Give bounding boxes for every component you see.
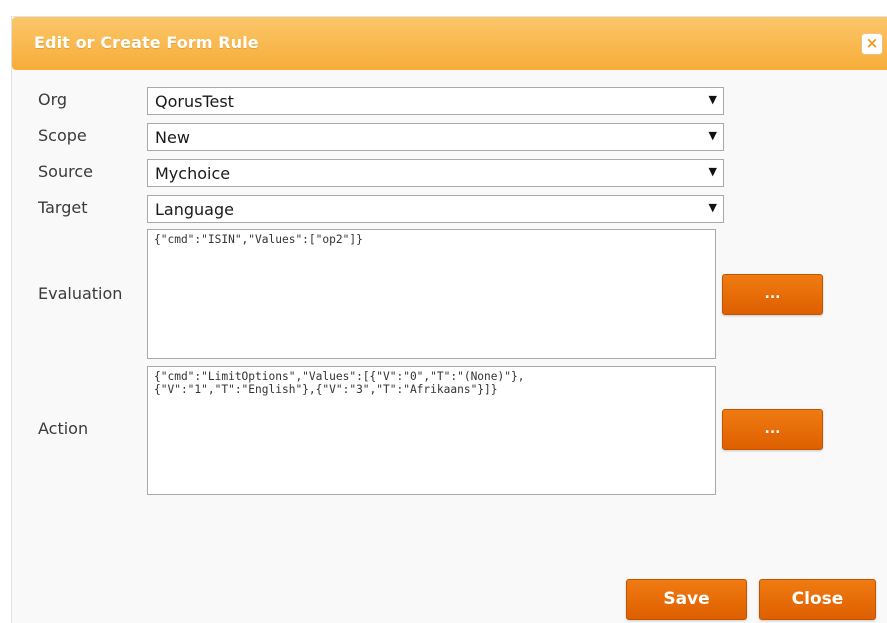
scope-label: Scope [38, 126, 87, 145]
target-select-value: Language [155, 200, 234, 219]
evaluation-label: Evaluation [38, 284, 123, 303]
close-button[interactable]: Close [759, 579, 876, 620]
dialog-title: Edit or Create Form Rule [34, 33, 259, 52]
source-label: Source [38, 162, 93, 181]
evaluation-textarea[interactable]: {"cmd":"ISIN","Values":["op2"]} [147, 229, 716, 359]
action-textarea[interactable]: {"cmd":"LimitOptions","Values":[{"V":"0"… [147, 366, 716, 495]
org-label: Org [38, 90, 68, 109]
scope-select[interactable]: New ▼ [147, 123, 724, 151]
chevron-down-icon: ▼ [708, 93, 717, 106]
chevron-down-icon: ▼ [708, 129, 717, 142]
dialog-titlebar[interactable]: Edit or Create Form Rule × [12, 17, 887, 70]
scope-select-value: New [155, 128, 190, 147]
close-icon[interactable]: × [861, 33, 883, 55]
target-select[interactable]: Language ▼ [147, 195, 724, 223]
evaluation-edit-button[interactable]: ... [722, 274, 823, 315]
org-select-value: QorusTest [155, 92, 234, 111]
chevron-down-icon: ▼ [708, 165, 717, 178]
source-select-value: Mychoice [155, 164, 231, 183]
org-select[interactable]: QorusTest ▼ [147, 87, 724, 115]
form-rule-dialog: Edit or Create Form Rule × Org QorusTest… [11, 16, 887, 623]
target-label: Target [38, 198, 88, 217]
action-edit-button[interactable]: ... [722, 409, 823, 450]
source-select[interactable]: Mychoice ▼ [147, 159, 724, 187]
chevron-down-icon: ▼ [708, 201, 717, 214]
save-button[interactable]: Save [626, 579, 747, 620]
action-label: Action [38, 419, 89, 438]
